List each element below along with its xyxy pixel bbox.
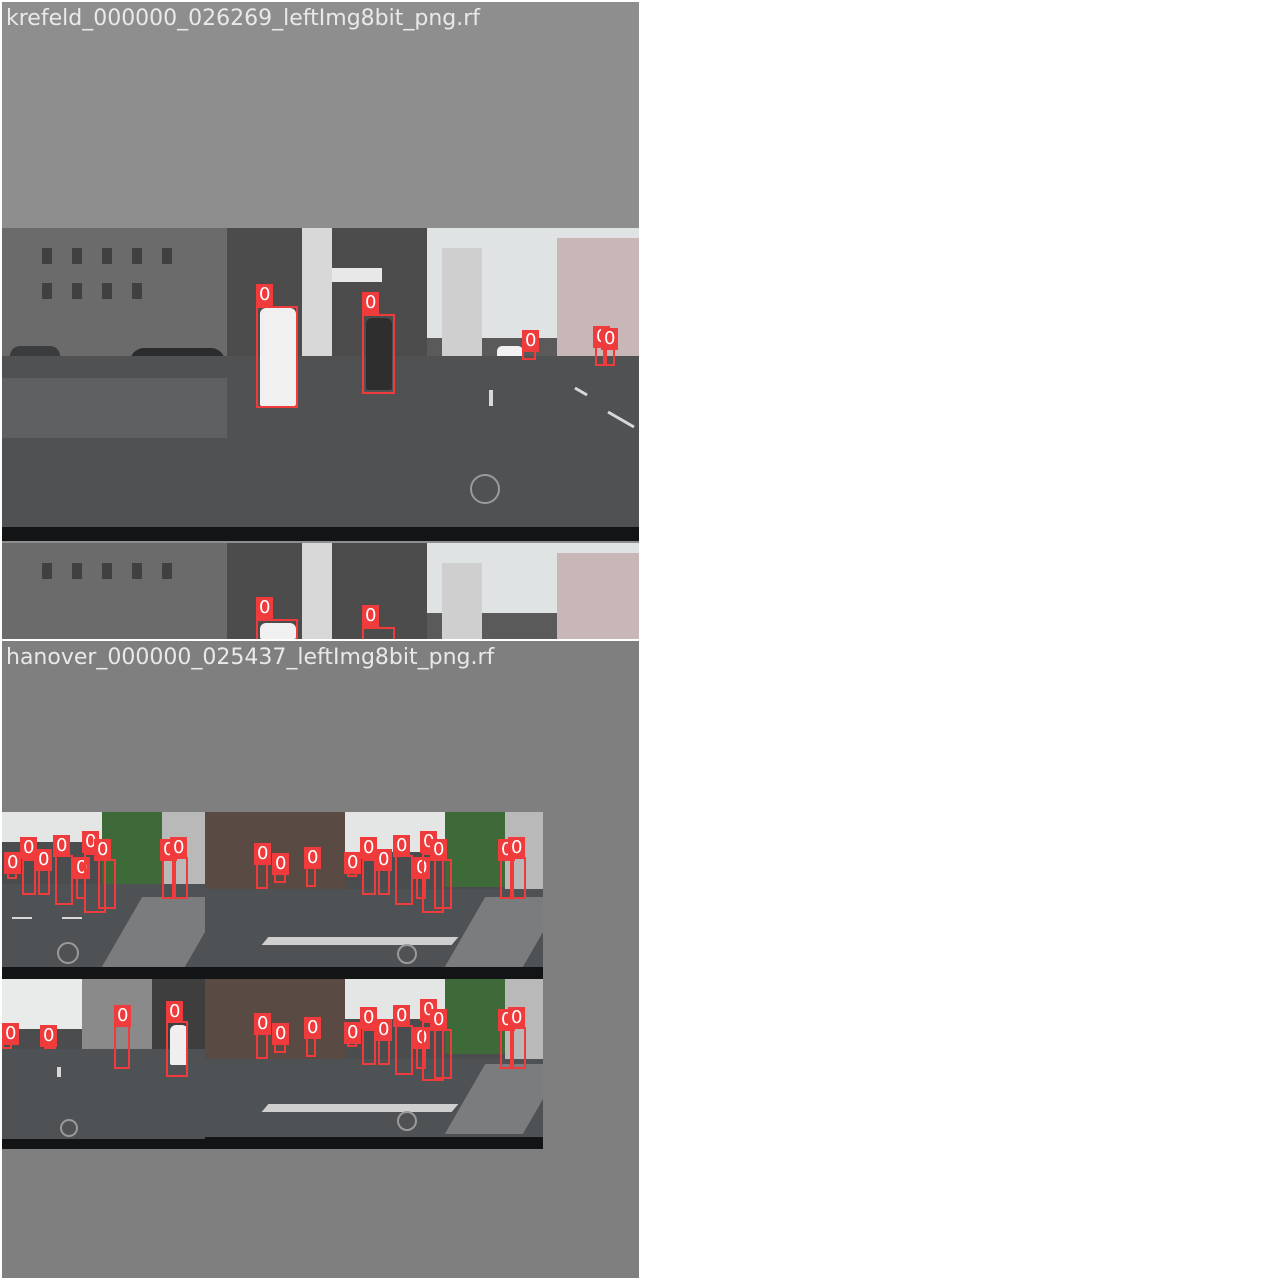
detection-label: 0 — [393, 1005, 411, 1027]
detection-label: 0 — [304, 847, 322, 869]
car-emblem-icon — [397, 944, 417, 964]
image-tile-hanover[interactable]: hanover_000000_025437_leftImg8bit_png.rf — [2, 641, 639, 1278]
detection-box[interactable] — [500, 1029, 512, 1069]
detection-label: 0 — [94, 839, 112, 861]
detection-label: 0 — [393, 835, 411, 857]
car-hood — [2, 527, 639, 541]
detection-label: 0 — [508, 1007, 526, 1029]
detection-box[interactable] — [362, 1029, 376, 1065]
detection-label: 0 — [522, 330, 540, 352]
detection-label: 0 — [362, 605, 380, 627]
image-filename: hanover_000000_025437_leftImg8bit_png.rf — [6, 645, 495, 670]
street-scene-crop: 0 0 — [2, 543, 639, 639]
detection-label: 0 — [2, 1023, 20, 1045]
detection-label: 0 — [272, 1023, 290, 1045]
detection-label: 0 — [508, 837, 526, 859]
car-emblem-icon — [60, 1119, 78, 1137]
car-emblem-icon — [57, 942, 79, 964]
detection-label: 0 — [35, 849, 53, 871]
detection-box[interactable] — [512, 1027, 526, 1069]
detection-label: 0 — [40, 1025, 58, 1047]
image-tile-krefeld[interactable]: krefeld_000000_026269_leftImg8bit_png.rf… — [2, 2, 639, 639]
detection-box[interactable] — [434, 859, 452, 909]
detection-label: 0 — [53, 835, 71, 857]
detection-box[interactable] — [256, 863, 268, 889]
detection-box[interactable] — [256, 619, 298, 639]
detection-box[interactable] — [114, 1025, 130, 1069]
detection-label: 0 — [170, 837, 188, 859]
detection-box[interactable] — [55, 855, 73, 905]
detection-label: 0 — [254, 843, 272, 865]
detection-label: 0 — [4, 852, 22, 874]
detection-label: 0 — [362, 292, 380, 314]
detection-box[interactable] — [174, 857, 188, 899]
detection-label: 0 — [344, 852, 362, 874]
detection-box[interactable] — [98, 859, 116, 909]
detection-box[interactable] — [395, 855, 413, 905]
detection-box[interactable] — [166, 1021, 188, 1077]
detection-label: 0 — [601, 328, 619, 350]
detection-box[interactable] — [378, 1039, 390, 1065]
detection-box[interactable] — [512, 857, 526, 899]
detection-box[interactable] — [395, 1025, 413, 1075]
detection-box[interactable] — [256, 306, 298, 408]
detection-label: 0 — [256, 284, 274, 306]
detection-box[interactable] — [362, 627, 395, 639]
detection-label: 0 — [254, 1013, 272, 1035]
detection-box[interactable] — [22, 859, 36, 895]
detection-label: 0 — [114, 1005, 132, 1027]
street-scene-main: 0 0 0 0 0 — [2, 228, 639, 541]
detection-box[interactable] — [38, 869, 50, 895]
detection-label: 0 — [430, 839, 448, 861]
detection-label: 0 — [375, 1019, 393, 1041]
detection-label: 0 — [430, 1009, 448, 1031]
detection-label: 0 — [375, 849, 393, 871]
car-emblem-icon — [470, 474, 500, 504]
detection-label: 0 — [272, 853, 290, 875]
detection-label: 0 — [256, 597, 274, 619]
detection-box[interactable] — [500, 859, 512, 899]
detection-box[interactable] — [362, 859, 376, 895]
detection-box[interactable] — [378, 869, 390, 895]
detection-box[interactable] — [162, 859, 174, 899]
detection-label: 0 — [344, 1022, 362, 1044]
image-filename: krefeld_000000_026269_leftImg8bit_png.rf — [6, 6, 481, 31]
car-emblem-icon — [397, 1111, 417, 1131]
detection-box[interactable] — [434, 1029, 452, 1079]
detection-label: 0 — [304, 1017, 322, 1039]
detection-box[interactable] — [256, 1033, 268, 1059]
detection-label: 0 — [166, 1001, 184, 1023]
detection-box[interactable] — [362, 314, 395, 394]
